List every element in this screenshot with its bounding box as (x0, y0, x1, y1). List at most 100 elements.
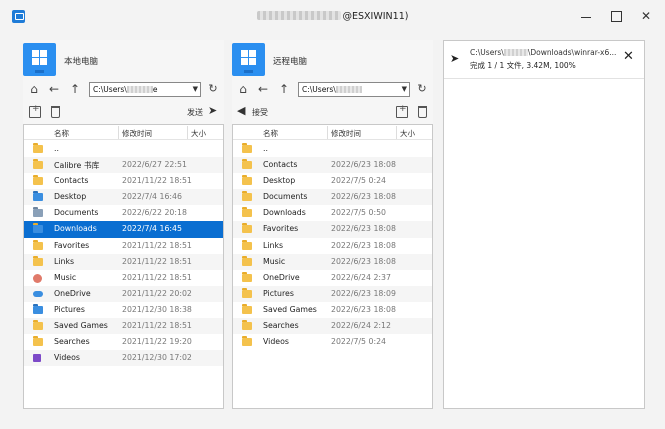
folder-icon (242, 159, 252, 170)
redacted-username (126, 86, 153, 93)
folder-icon (242, 303, 252, 314)
local-pane-title: 本地电脑 (64, 57, 99, 67)
table-row[interactable]: Pictures 2022/6/23 18:09 (233, 285, 432, 302)
chevron-down-icon[interactable]: ▼ (193, 83, 198, 96)
folder-icon (33, 143, 43, 153)
folder-icon (33, 239, 43, 250)
refresh-icon[interactable]: ↻ (415, 81, 429, 97)
close-icon[interactable]: ✕ (623, 49, 634, 64)
documents-icon (33, 207, 43, 218)
folder-icon (242, 271, 252, 282)
local-path-input[interactable]: C:\Users\ e ▼ (89, 82, 201, 97)
table-row[interactable]: Saved Games 2021/11/22 18:51 (24, 318, 223, 335)
column-modified-time[interactable]: 修改时间 (122, 128, 152, 139)
delete-icon[interactable] (418, 106, 427, 118)
table-row[interactable]: Music 2021/11/22 18:51 (24, 270, 223, 286)
transfer-job[interactable]: ➤ C:\Users\ \Downloads\winrar-x6... 完成 1 … (444, 41, 644, 79)
transfer-path-suffix: \Downloads\winrar-x6... (527, 48, 617, 57)
table-row[interactable]: .. (24, 141, 223, 157)
local-file-list: 名称 修改时间 大小 .. Calibre 书库 2022/6/27 22:51 … (23, 124, 224, 409)
new-folder-icon[interactable] (29, 104, 41, 118)
table-row[interactable]: Links 2022/6/23 18:08 (233, 238, 432, 254)
table-row-selected[interactable]: Downloads 2022/7/4 16:45 (24, 221, 223, 238)
remote-file-rows: .. Contacts 2022/6/23 18:08 Desktop 2022/7… (233, 141, 432, 350)
transfer-path: C:\Users\ \Downloads\winrar-x6... (470, 48, 616, 57)
local-path-suffix: e (152, 85, 158, 94)
delete-icon[interactable] (51, 106, 60, 118)
new-folder-icon[interactable] (396, 104, 408, 118)
column-name[interactable]: 名称 (263, 128, 278, 139)
receive-button[interactable]: 接受 (252, 107, 268, 118)
table-row[interactable]: Favorites 2022/6/23 18:08 (233, 221, 432, 238)
remote-actionbar: ◀ 接受 (232, 104, 433, 121)
send-button[interactable]: 发送 (187, 107, 203, 118)
local-file-list-header: 名称 修改时间 大小 (24, 125, 223, 140)
up-arrow-icon[interactable]: ↑ (277, 81, 291, 97)
table-row[interactable]: Videos 2022/7/5 0:24 (233, 334, 432, 350)
remote-path-input[interactable]: C:\Users\ ▼ (298, 82, 410, 97)
transfer-queue-panel: ➤ C:\Users\ \Downloads\winrar-x6... 完成 1 … (443, 40, 645, 409)
table-row[interactable]: OneDrive 2022/6/24 2:37 (233, 270, 432, 286)
receive-arrow-icon[interactable]: ◀ (237, 104, 245, 117)
folder-icon (242, 207, 252, 218)
local-navbar: ⌂ ← ↑ C:\Users\ e ▼ ↻ (23, 81, 224, 99)
refresh-icon[interactable]: ↻ (206, 81, 220, 97)
table-row[interactable]: .. (233, 141, 432, 157)
table-row[interactable]: Searches 2021/11/22 19:20 (24, 334, 223, 350)
folder-icon (242, 336, 252, 347)
table-row[interactable]: Pictures 2021/12/30 18:38 (24, 302, 223, 318)
music-icon (33, 273, 42, 283)
column-size[interactable]: 大小 (400, 128, 415, 139)
send-arrow-icon: ➤ (450, 52, 460, 65)
redacted-username (503, 49, 528, 56)
minimize-button[interactable] (574, 6, 598, 26)
table-row[interactable]: Contacts 2022/6/23 18:08 (233, 157, 432, 174)
table-row[interactable]: Saved Games 2022/6/23 18:08 (233, 302, 432, 318)
transfer-path-prefix: C:\Users\ (470, 48, 504, 57)
table-row[interactable]: Favorites 2021/11/22 18:51 (24, 238, 223, 254)
table-row[interactable]: Downloads 2022/7/5 0:50 (233, 205, 432, 221)
table-row[interactable]: Desktop 2022/7/4 16:46 (24, 189, 223, 206)
table-row[interactable]: OneDrive 2021/11/22 20:02 (24, 285, 223, 302)
up-arrow-icon[interactable]: ↑ (68, 81, 82, 97)
close-window-button[interactable]: ✕ (634, 6, 658, 26)
folder-icon (33, 175, 43, 186)
column-size[interactable]: 大小 (191, 128, 206, 139)
local-path-prefix: C:\Users\ (93, 85, 127, 94)
column-modified-time[interactable]: 修改时间 (331, 128, 361, 139)
column-name[interactable]: 名称 (54, 128, 69, 139)
local-actionbar: 发送 ➤ (23, 104, 224, 121)
table-row[interactable]: Documents 2022/6/23 18:08 (233, 189, 432, 206)
send-arrow-icon[interactable]: ➤ (208, 104, 217, 117)
window-title-text: @ESXIWIN11) (342, 11, 409, 22)
maximize-button[interactable] (604, 6, 628, 26)
videos-icon (33, 354, 41, 363)
title-bar: @ESXIWIN11) ✕ (0, 0, 665, 32)
onedrive-icon (33, 290, 43, 297)
table-row[interactable]: Videos 2021/12/30 17:02 (24, 350, 223, 367)
table-row[interactable]: Documents 2022/6/22 20:18 (24, 205, 223, 221)
transfer-status: 完成 1 / 1 文件, 3.42M, 100% (470, 61, 576, 70)
folder-icon (33, 255, 43, 266)
table-row[interactable]: Desktop 2022/7/5 0:24 (233, 173, 432, 189)
table-row[interactable]: Contacts 2021/11/22 18:51 (24, 173, 223, 189)
home-icon[interactable]: ⌂ (236, 81, 250, 97)
folder-icon (33, 336, 43, 347)
remote-pane-title: 远程电脑 (273, 57, 308, 67)
home-icon[interactable]: ⌂ (27, 81, 41, 97)
table-row[interactable]: Searches 2022/6/24 2:12 (233, 318, 432, 335)
folder-icon (242, 320, 252, 331)
table-row[interactable]: Music 2022/6/23 18:08 (233, 253, 432, 270)
chevron-down-icon[interactable]: ▼ (402, 83, 407, 96)
folder-icon (242, 223, 252, 234)
back-arrow-icon[interactable]: ← (47, 81, 61, 97)
file-transfer-window: @ESXIWIN11) ✕ 本地电脑 ⌂ ← ↑ C:\Users\ e ▼ ↻ … (0, 0, 665, 429)
back-arrow-icon[interactable]: ← (256, 81, 270, 97)
folder-icon (242, 287, 252, 298)
redacted-username (335, 86, 362, 93)
desktop-icon (33, 191, 43, 202)
table-row[interactable]: Calibre 书库 2022/6/27 22:51 (24, 157, 223, 174)
folder-icon (242, 239, 252, 250)
local-file-rows: .. Calibre 书库 2022/6/27 22:51 Contacts 202… (24, 141, 223, 367)
table-row[interactable]: Links 2021/11/22 18:51 (24, 253, 223, 270)
